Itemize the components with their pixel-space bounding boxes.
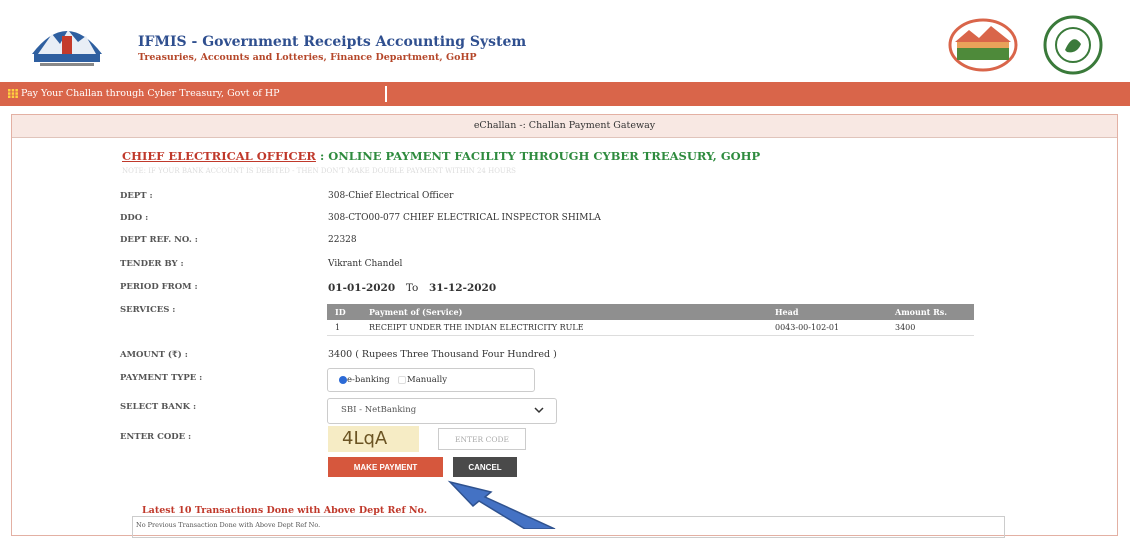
amount-value: 3400 ( Rupees Three Thousand Four Hundre… <box>328 349 557 360</box>
row-amount: 3400 <box>887 320 974 336</box>
page-header: IFMIS - Government Receipts Accounting S… <box>0 0 1130 80</box>
dept-ref-value: 22328 <box>328 235 357 245</box>
challan-panel: eChallan -: Challan Payment Gateway CHIE… <box>11 114 1118 538</box>
heading-text: : ONLINE PAYMENT FACILITY THROUGH CYBER … <box>315 149 761 163</box>
dept-label: DEPT : <box>120 191 153 201</box>
period-from-value: 01-01-2020 <box>328 282 396 294</box>
tender-by-value: Vikrant Chandel <box>328 259 403 269</box>
treasury-seal-logo <box>1043 15 1103 75</box>
amount-label: AMOUNT (₹) : <box>120 350 188 360</box>
services-label: SERVICES : <box>120 305 176 315</box>
row-service: RECEIPT UNDER THE INDIAN ELECTRICITY RUL… <box>361 320 767 336</box>
transactions-list: No Previous Transaction Done with Above … <box>132 516 1005 538</box>
make-payment-button[interactable]: MAKE PAYMENT <box>328 457 443 477</box>
col-id-header: ID <box>327 304 361 320</box>
department-heading: CHIEF ELECTRICAL OFFICER : ONLINE PAYMEN… <box>122 149 760 163</box>
payment-type-group: e-banking Manually <box>327 368 535 392</box>
col-amount-header: Amount Rs. <box>887 304 974 320</box>
panel-title: eChallan -: Challan Payment Gateway <box>12 115 1117 138</box>
period-value: 01-01-2020 To 31-12-2020 <box>328 282 496 294</box>
captcha-image: 4LqA <box>328 426 419 452</box>
radio-manually[interactable] <box>398 376 406 384</box>
captcha-text: 4LqA <box>342 428 388 449</box>
services-table: ID Payment of (Service) Head Amount Rs. … <box>327 304 974 336</box>
app-subtitle: Treasuries, Accounts and Lotteries, Fina… <box>138 52 477 63</box>
ddo-label: DDO : <box>120 213 149 223</box>
app-title: IFMIS - Government Receipts Accounting S… <box>138 34 527 50</box>
radio-manually-label[interactable]: Manually <box>407 375 447 385</box>
row-head: 0043-00-102-01 <box>767 320 887 336</box>
bank-select[interactable]: SBI - NetBanking <box>327 398 557 424</box>
select-bank-label: SELECT BANK : <box>120 402 197 412</box>
faded-notice: NOTE: IF YOUR BANK ACCOUNT IS DEBITED - … <box>122 167 516 175</box>
nav-bar: Pay Your Challan through Cyber Treasury,… <box>0 82 1130 106</box>
tender-by-label: TENDER BY : <box>120 259 184 269</box>
dept-ref-label: DEPT REF. NO. : <box>120 235 198 245</box>
col-head-header: Head <box>767 304 887 320</box>
grid-icon <box>8 89 18 98</box>
payment-type-label: PAYMENT TYPE : <box>120 373 203 383</box>
chevron-down-icon <box>534 407 544 414</box>
services-table-header: ID Payment of (Service) Head Amount Rs. <box>327 304 974 320</box>
department-link[interactable]: CHIEF ELECTRICAL OFFICER <box>122 149 316 163</box>
period-to-word: To <box>405 282 419 294</box>
col-service-header: Payment of (Service) <box>361 304 767 320</box>
ddo-value: 308-CTO00-077 CHIEF ELECTRICAL INSPECTOR… <box>328 213 601 223</box>
nav-link-pay-challan[interactable]: Pay Your Challan through Cyber Treasury,… <box>21 88 280 99</box>
dept-value: 308-Chief Electrical Officer <box>328 191 454 201</box>
nav-divider <box>385 86 387 102</box>
period-to-value: 31-12-2020 <box>429 282 497 294</box>
echallan-logo <box>948 18 1018 72</box>
row-id: 1 <box>327 320 361 336</box>
annotation-arrow <box>447 480 556 529</box>
bank-select-value: SBI - NetBanking <box>341 405 417 415</box>
captcha-input[interactable] <box>438 428 526 450</box>
state-emblem-logo <box>32 30 102 66</box>
radio-ebanking[interactable] <box>339 376 347 384</box>
period-label: PERIOD FROM : <box>120 282 198 292</box>
radio-ebanking-label[interactable]: e-banking <box>347 375 390 385</box>
transactions-title: Latest 10 Transactions Done with Above D… <box>142 505 428 516</box>
cancel-button[interactable]: CANCEL <box>453 457 517 477</box>
table-row: 1 RECEIPT UNDER THE INDIAN ELECTRICITY R… <box>327 320 974 336</box>
enter-code-label: ENTER CODE : <box>120 432 192 442</box>
transactions-empty-message: No Previous Transaction Done with Above … <box>136 521 321 529</box>
